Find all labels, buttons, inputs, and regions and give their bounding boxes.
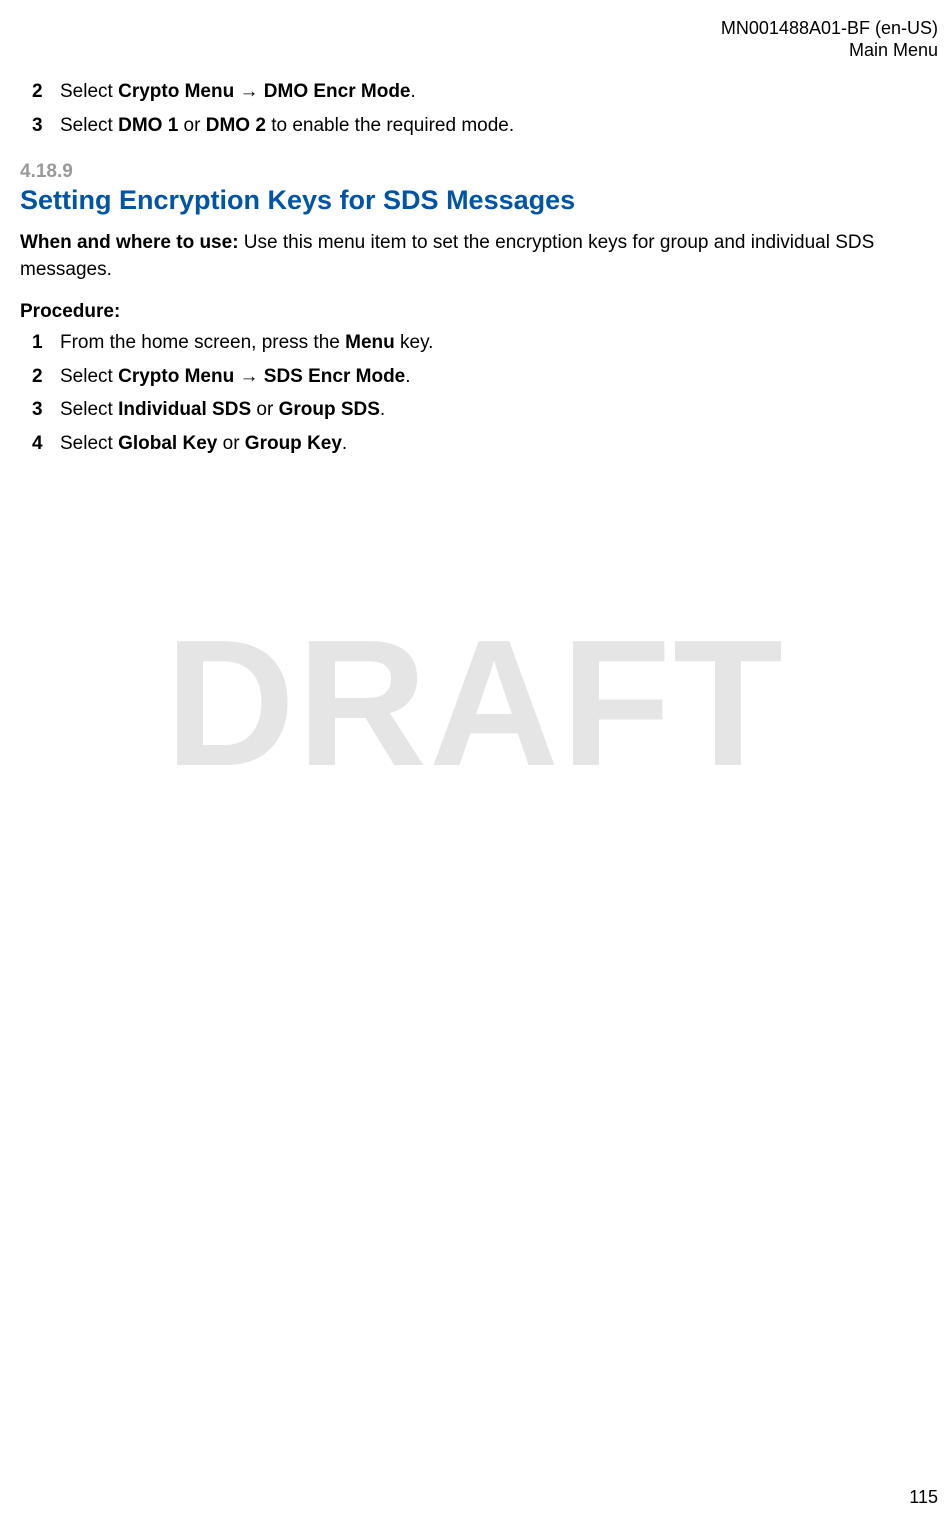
step-bold-1: Crypto Menu — [118, 81, 234, 102]
step-bold-1: Menu — [345, 332, 395, 353]
step-bold-1: DMO 1 — [118, 115, 178, 136]
step-text-post: . — [342, 433, 347, 454]
step-bold-1: Individual SDS — [118, 399, 251, 420]
step-number: 1 — [32, 329, 43, 357]
watermark-text: DRAFT — [0, 600, 950, 807]
list-item: 2 Select Crypto Menu → DMO Encr Mode. — [60, 78, 938, 106]
doc-id: MN001488A01-BF (en-US) — [721, 18, 938, 40]
step-number: 2 — [32, 78, 43, 106]
continued-steps-list: 2 Select Crypto Menu → DMO Encr Mode. 3 … — [20, 78, 938, 139]
procedure-label: Procedure: — [20, 301, 938, 323]
step-number: 4 — [32, 430, 43, 458]
step-bold-2: DMO 2 — [206, 115, 266, 136]
list-item: 3 Select DMO 1 or DMO 2 to enable the re… — [60, 112, 938, 140]
list-item: 4 Select Global Key or Group Key. — [60, 430, 938, 458]
step-text-pre: Select — [60, 399, 118, 420]
step-text-mid: → — [234, 81, 264, 102]
section-number: 4.18.9 — [20, 161, 938, 183]
step-bold-2: Group SDS — [279, 399, 380, 420]
step-text-pre: Select — [60, 366, 118, 387]
list-item: 1 From the home screen, press the Menu k… — [60, 329, 938, 357]
page-header: MN001488A01-BF (en-US) Main Menu — [721, 18, 938, 61]
procedure-steps-list: 1 From the home screen, press the Menu k… — [20, 329, 938, 457]
page-content: 2 Select Crypto Menu → DMO Encr Mode. 3 … — [20, 78, 938, 463]
step-bold-1: Global Key — [118, 433, 217, 454]
step-text-mid: or — [251, 399, 278, 420]
step-bold-2: Group Key — [245, 433, 342, 454]
list-item: 2 Select Crypto Menu → SDS Encr Mode. — [60, 363, 938, 391]
step-text-post: key. — [395, 332, 434, 353]
step-text-pre: Select — [60, 115, 118, 136]
step-text-pre: From the home screen, press the — [60, 332, 345, 353]
step-text-post: to enable the required mode. — [266, 115, 514, 136]
step-text-pre: Select — [60, 433, 118, 454]
section-title: Setting Encryption Keys for SDS Messages — [20, 185, 938, 216]
step-number: 3 — [32, 396, 43, 424]
document-page: DRAFT MN001488A01-BF (en-US) Main Menu 2… — [0, 0, 950, 1528]
step-bold-2: DMO Encr Mode — [264, 81, 411, 102]
step-text-mid: or — [217, 433, 244, 454]
step-bold-2: SDS Encr Mode — [264, 366, 405, 387]
step-text-post: . — [411, 81, 416, 102]
step-text-mid: or — [178, 115, 205, 136]
page-number: 115 — [909, 1487, 938, 1508]
when-where-paragraph: When and where to use: Use this menu ite… — [20, 230, 938, 283]
list-item: 3 Select Individual SDS or Group SDS. — [60, 396, 938, 424]
step-number: 2 — [32, 363, 43, 391]
section-path: Main Menu — [721, 40, 938, 62]
step-text-pre: Select — [60, 81, 118, 102]
when-where-label: When and where to use: — [20, 232, 239, 253]
step-number: 3 — [32, 112, 43, 140]
step-text-mid: → — [234, 366, 264, 387]
step-bold-1: Crypto Menu — [118, 366, 234, 387]
step-text-post: . — [405, 366, 410, 387]
step-text-post: . — [380, 399, 385, 420]
